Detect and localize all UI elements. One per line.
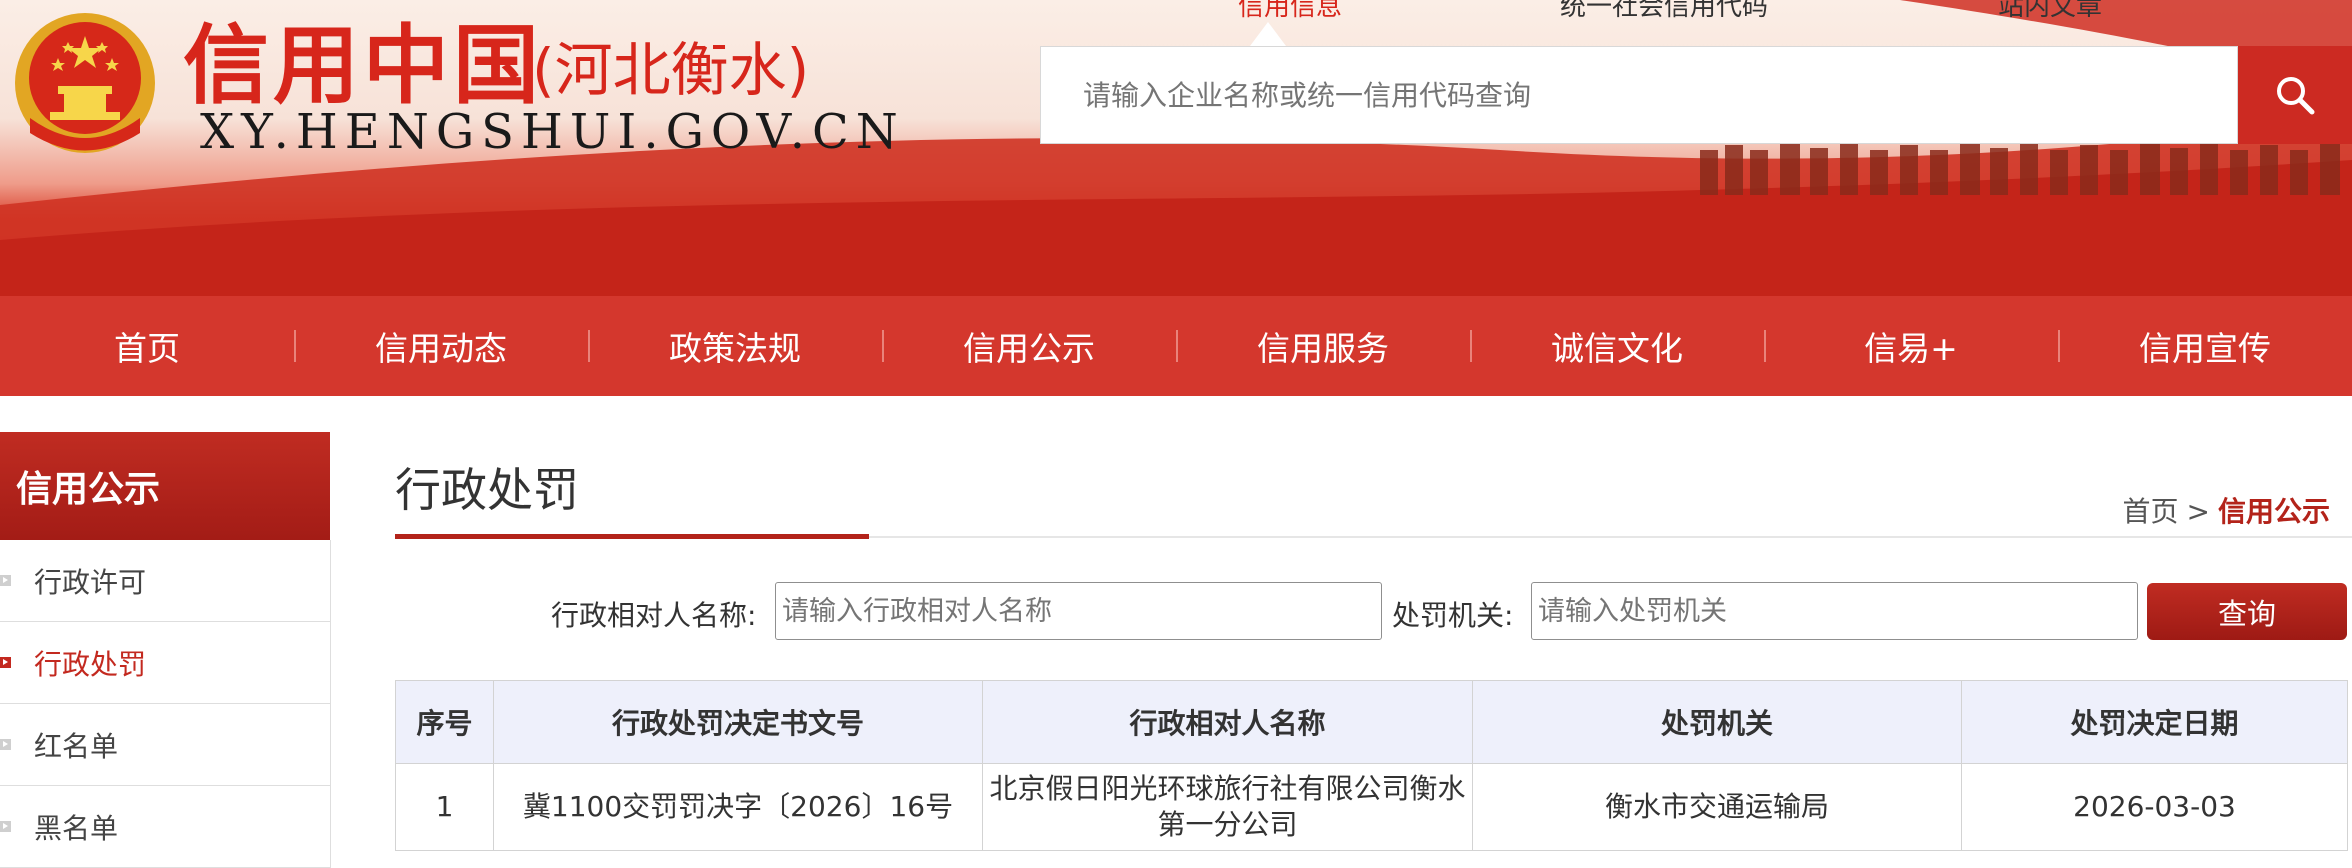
search-button[interactable] [2238,46,2352,144]
agency-filter-field [1531,582,2138,640]
sidebar-item-blacklist[interactable]: 黑名单 [0,786,330,868]
site-url: XY.HENGSHUI.GOV.CN [200,104,905,160]
bullet-icon [0,575,11,586]
cell-agency: 衡水市交通运输局 [1472,763,1962,851]
penalty-table: 序号 行政处罚决定书文号 行政相对人名称 处罚机关 处罚决定日期 1 冀1100… [395,680,2348,851]
tab-pointer [1250,22,1286,46]
tab-site-articles[interactable]: 站内文章 [1998,0,2102,23]
bullet-icon [0,739,11,750]
national-emblem-icon [15,13,155,153]
column-header: 行政相对人名称 [982,680,1473,764]
main-nav: 首页 信用动态 政策法规 信用公示 信用服务 诚信文化 信易+ 信用宣传 [0,296,2352,396]
sidebar-item-label: 黑名单 [34,811,119,845]
sidebar-item-admin-penalty[interactable]: 行政处罚 [0,622,330,704]
column-header: 序号 [395,680,494,764]
site-region: (河北衡水) [532,36,810,104]
sidebar-heading: 信用公示 [0,432,330,540]
tab-credit-code[interactable]: 统一社会信用代码 [1560,0,1768,23]
sidebar-item-label: 红名单 [34,729,119,763]
sidebar-item-label: 行政处罚 [34,647,147,681]
name-filter-label: 行政相对人名称: [551,599,757,632]
query-button[interactable]: 查询 [2147,583,2347,640]
sidebar-item-label: 行政许可 [34,565,147,599]
site-banner: 信用中国 (河北衡水) XY.HENGSHUI.GOV.CN 信用信息 统一社会… [0,0,2352,296]
sidebar-menu: 行政许可 行政处罚 红名单 黑名单 [0,540,331,868]
agency-filter-input[interactable] [1532,583,2137,639]
nav-credit-news[interactable]: 信用动态 [294,296,588,396]
site-search-input[interactable] [1041,47,2237,143]
name-filter-field [775,582,1382,640]
nav-credit-publicity[interactable]: 信用公示 [882,296,1176,396]
search-icon [2277,77,2315,115]
table-header-row: 序号 行政处罚决定书文号 行政相对人名称 处罚机关 处罚决定日期 [395,680,2348,764]
title-accent-bar [395,534,869,539]
page-title: 行政处罚 [395,463,579,517]
bullet-icon [0,821,11,832]
nav-xinyi-plus[interactable]: 信易+ [1764,296,2058,396]
breadcrumb: 首页 > 信用公示 [2123,490,2331,530]
cell-decision-date: 2026-03-03 [1961,763,2348,851]
nav-credit-promo[interactable]: 信用宣传 [2058,296,2352,396]
nav-credit-service[interactable]: 信用服务 [1176,296,1470,396]
sidebar-item-admin-license[interactable]: 行政许可 [0,540,330,622]
bullet-icon [0,657,11,668]
nav-policy[interactable]: 政策法规 [588,296,882,396]
table-row[interactable]: 1 冀1100交罚罚决字〔2026〕16号 北京假日阳光环球旅行社有限公司衡水第… [395,763,2348,851]
site-search [1040,46,2238,144]
sidebar-item-redlist[interactable]: 红名单 [0,704,330,786]
site-title: 信用中国 [183,16,543,116]
column-header: 处罚机关 [1472,680,1962,764]
column-header: 行政处罚决定书文号 [493,680,983,764]
nav-home[interactable]: 首页 [0,296,294,396]
cell-index: 1 [395,763,494,851]
breadcrumb-home[interactable]: 首页 [2123,495,2179,528]
breadcrumb-current[interactable]: 信用公示 [2218,495,2330,528]
breadcrumb-separator: > [2186,495,2210,528]
cell-decision-number[interactable]: 冀1100交罚罚决字〔2026〕16号 [493,763,983,851]
nav-integrity-culture[interactable]: 诚信文化 [1470,296,1764,396]
agency-filter-label: 处罚机关: [1392,599,1514,632]
tab-credit-info[interactable]: 信用信息 [1238,0,1342,23]
name-filter-input[interactable] [776,583,1381,639]
cell-party-name[interactable]: 北京假日阳光环球旅行社有限公司衡水第一分公司 [982,763,1473,851]
column-header: 处罚决定日期 [1961,680,2348,764]
